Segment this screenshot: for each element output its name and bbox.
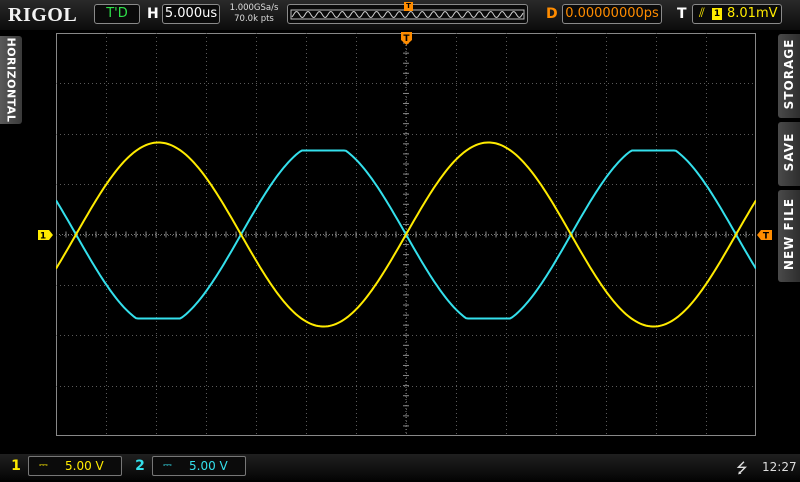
acquisition-info: 1.000GSa/s 70.0k pts: [226, 3, 282, 25]
waveform-display[interactable]: [56, 33, 756, 436]
sample-rate: 1.000GSa/s: [229, 3, 279, 13]
save-label: SAVE: [782, 132, 796, 172]
channel-2-scale: 5.00 V: [189, 459, 228, 473]
run-status-box[interactable]: T'D: [94, 4, 140, 24]
channel-1-scale: 5.00 V: [65, 459, 104, 473]
dc-coupling-icon: ⎓: [39, 458, 48, 471]
clock: 12:27: [762, 460, 797, 474]
memory-depth: 70.0k pts: [234, 14, 274, 24]
trigger-level-value: 8.01mV: [727, 6, 778, 21]
horizontal-label: H: [147, 6, 159, 22]
channel-1-scale-box[interactable]: ⎓ 5.00 V: [28, 456, 122, 476]
delay-label: D: [546, 6, 558, 22]
storage-softkey[interactable]: STORAGE: [778, 34, 800, 118]
new-file-softkey[interactable]: NEW FILE: [778, 190, 800, 282]
trigger-label: T: [677, 6, 687, 22]
timebase-box[interactable]: 5.000us: [162, 4, 220, 24]
dc-coupling-icon: ⎓: [163, 458, 172, 471]
new-file-label: NEW FILE: [782, 197, 796, 271]
trigger-source-badge: 1: [712, 8, 722, 20]
top-status-bar: RIGOL T'D H 5.000us 1.000GSa/s 70.0k pts…: [0, 0, 800, 30]
storage-label: STORAGE: [782, 38, 796, 110]
horizontal-tab-label: HORIZONTAL: [4, 37, 18, 123]
channel-2-button[interactable]: 2: [130, 456, 150, 476]
rising-edge-icon: ⫽: [699, 6, 705, 21]
memory-trigger-marker: T: [404, 2, 413, 11]
trigger-box[interactable]: ⫽ 1 8.01mV: [692, 4, 782, 24]
delay-box[interactable]: 0.00000000ps: [562, 4, 662, 24]
memory-overview-bar[interactable]: T: [287, 2, 528, 24]
run-status: T'D: [106, 6, 128, 21]
delay-value: 0.00000000ps: [565, 6, 659, 21]
channel-1-offset-marker[interactable]: 1: [38, 230, 53, 242]
trigger-level-marker[interactable]: T: [757, 230, 772, 242]
save-softkey[interactable]: SAVE: [778, 122, 800, 186]
brand-logo: RIGOL: [8, 4, 78, 26]
horizontal-menu-tab[interactable]: HORIZONTAL: [0, 36, 22, 124]
channel-2-scale-box[interactable]: ⎓ 5.00 V: [152, 456, 246, 476]
usb-icon: ⭍: [736, 461, 748, 477]
channel-1-button[interactable]: 1: [6, 456, 26, 476]
svg-text:1: 1: [40, 232, 46, 242]
timebase-value: 5.000us: [164, 6, 218, 21]
svg-text:T: T: [763, 232, 770, 242]
bottom-channel-bar: 1 ⎓ 5.00 V 2 ⎓ 5.00 V ⭍ 12:27: [0, 454, 800, 480]
